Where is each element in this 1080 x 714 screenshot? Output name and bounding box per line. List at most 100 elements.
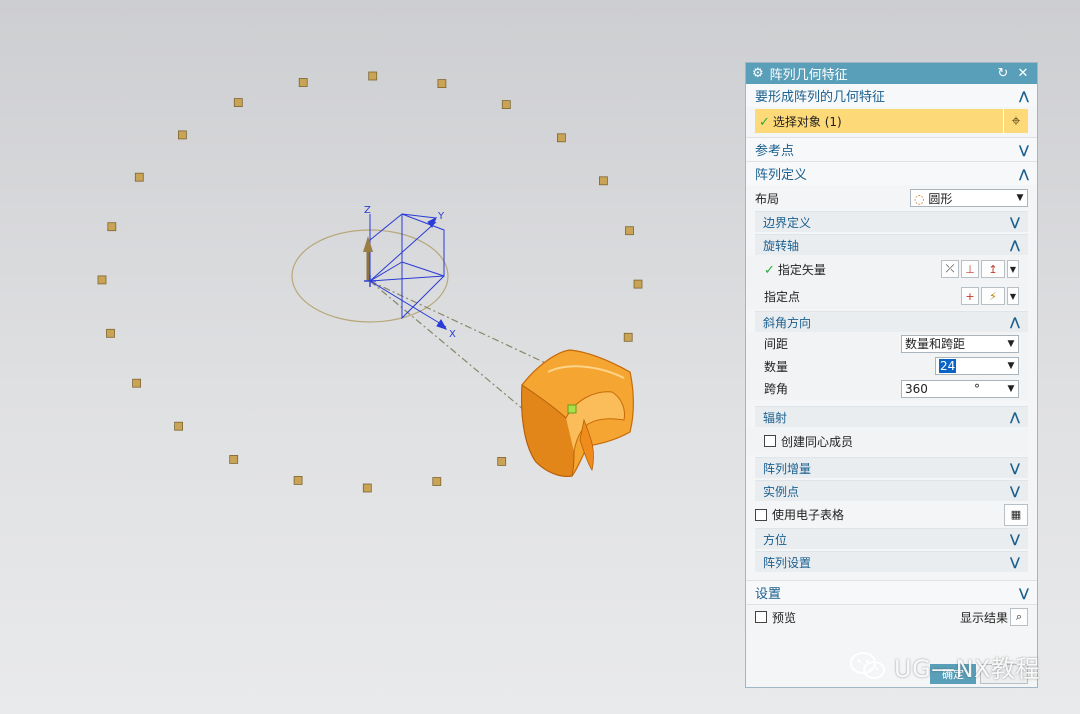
chevron-down-icon: ⋁ bbox=[1018, 585, 1029, 600]
spreadsheet-icon[interactable]: ▦ bbox=[1004, 503, 1028, 526]
subgroup-rotation-axis-label: 旋转轴 bbox=[763, 238, 800, 253]
array-instance-marker bbox=[432, 477, 442, 486]
preview-checkbox[interactable] bbox=[755, 611, 767, 623]
subgroup-radial-label: 辐射 bbox=[763, 410, 788, 425]
vector-type-icon[interactable]: ↥ bbox=[981, 260, 1005, 278]
array-instance-marker bbox=[599, 176, 608, 186]
spacing-value: 数量和跨距 bbox=[905, 337, 966, 351]
array-instance-marker bbox=[557, 133, 566, 143]
reset-icon[interactable]: ↻ bbox=[995, 66, 1011, 81]
dialog-title: 阵列几何特征 bbox=[769, 68, 848, 83]
concentric-row: 创建同心成员 bbox=[746, 427, 1028, 455]
layout-row: 布局 ◌ 圆形 ▼ bbox=[746, 185, 1037, 211]
group-settings-header[interactable]: 设置 ⋁ bbox=[746, 580, 1037, 604]
subgroup-radial-header[interactable]: 辐射 ⋀ bbox=[755, 406, 1028, 427]
array-instance-marker bbox=[134, 172, 144, 182]
chevron-down-icon: ⋁ bbox=[1009, 461, 1020, 475]
select-object-row[interactable]: ✓ 选择对象 (1) ⌖ bbox=[755, 109, 1028, 133]
watermark-text: UG—NX教程 bbox=[894, 654, 1041, 683]
crosshair-icon[interactable]: ⌖ bbox=[1003, 109, 1028, 133]
layout-dropdown[interactable]: ◌ 圆形 ▼ bbox=[910, 189, 1028, 207]
axis-label-x: X bbox=[449, 329, 456, 340]
array-instance-marker bbox=[298, 78, 308, 87]
array-instance-marker bbox=[625, 226, 634, 236]
wechat-watermark: UG—NX教程 bbox=[848, 646, 1040, 686]
check-icon: ✓ bbox=[759, 114, 770, 130]
dropdown-arrow-icon: ▼ bbox=[1007, 338, 1015, 349]
subgroup-instance-points-header[interactable]: 实例点 ⋁ bbox=[755, 480, 1028, 501]
chevron-down-icon: ⋁ bbox=[1009, 555, 1020, 569]
spreadsheet-row: 使用电子表格 ▦ bbox=[746, 501, 1037, 528]
array-instance-marker bbox=[132, 378, 142, 388]
layout-value: 圆形 bbox=[928, 191, 953, 206]
subgroup-angular-direction-header[interactable]: 斜角方向 ⋀ bbox=[755, 311, 1028, 332]
dropdown-arrow-icon: ▼ bbox=[1007, 361, 1015, 371]
show-result-icon[interactable]: ⌕ bbox=[1010, 608, 1028, 626]
array-instance-marker bbox=[368, 71, 378, 81]
array-instance-marker bbox=[229, 454, 239, 464]
subgroup-instance-points-label: 实例点 bbox=[763, 484, 800, 499]
vector-dialog-icon[interactable]: ⊥ bbox=[961, 260, 979, 278]
select-object-label: 选择对象 (1) bbox=[772, 114, 842, 129]
subgroup-array-settings-header[interactable]: 阵列设置 ⋁ bbox=[755, 551, 1028, 572]
dropdown-arrow-icon[interactable]: ▼ bbox=[1007, 260, 1019, 278]
spreadsheet-checkbox[interactable] bbox=[755, 508, 767, 521]
count-input[interactable]: 24 ▼ bbox=[935, 357, 1019, 375]
layout-label: 布局 bbox=[755, 191, 780, 206]
dropdown-arrow-icon: ▼ bbox=[1016, 193, 1024, 203]
specify-point-label: 指定点 bbox=[764, 289, 801, 304]
dropdown-arrow-icon: ▼ bbox=[1007, 383, 1015, 394]
inferred-point-icon[interactable]: ⚡ bbox=[981, 287, 1005, 305]
group-reference-point-header[interactable]: 参考点 ⋁ bbox=[746, 137, 1037, 161]
specify-vector-row: ✓ 指定矢量 ⤫ ⊥ ↥ ▼ bbox=[746, 255, 1028, 283]
spacing-row: 间距 数量和跨距 ▼ bbox=[746, 332, 1028, 355]
group-array-definition-label: 阵列定义 bbox=[755, 168, 808, 183]
orange-part-body[interactable] bbox=[521, 349, 634, 477]
subgroup-boundary-header[interactable]: 边界定义 ⋁ bbox=[755, 211, 1028, 232]
spreadsheet-label: 使用电子表格 bbox=[772, 508, 845, 522]
close-icon[interactable]: ✕ bbox=[1015, 66, 1031, 81]
array-instance-marker bbox=[97, 275, 107, 285]
viewport-canvas[interactable]: Z Y X bbox=[0, 0, 740, 714]
subgroup-increment-header[interactable]: 阵列增量 ⋁ bbox=[755, 457, 1028, 478]
chevron-down-icon: ⋁ bbox=[1009, 215, 1020, 229]
array-instance-marker bbox=[106, 328, 115, 338]
rotation-axis-vector[interactable] bbox=[363, 236, 373, 281]
subgroup-rotation-axis-header[interactable]: 旋转轴 ⋀ bbox=[755, 234, 1028, 255]
array-instance-marker bbox=[501, 100, 511, 109]
graphics-viewport[interactable]: Z Y X bbox=[0, 0, 740, 714]
group-features-header[interactable]: 要形成阵列的几何特征 ⋀ bbox=[746, 84, 1037, 107]
array-instance-marker bbox=[633, 279, 643, 289]
chevron-up-icon: ⋀ bbox=[1018, 88, 1029, 103]
subgroup-array-settings-label: 阵列设置 bbox=[763, 555, 812, 570]
subgroup-boundary-label: 边界定义 bbox=[763, 215, 812, 230]
dropdown-arrow-icon[interactable]: ▼ bbox=[1007, 287, 1019, 305]
reverse-direction-icon[interactable]: ⤫ bbox=[941, 260, 959, 278]
array-instance-marker bbox=[107, 222, 117, 232]
span-angle-value: 360 bbox=[905, 381, 928, 396]
specify-vector-label: 指定矢量 bbox=[777, 262, 826, 277]
dialog-title-bar[interactable]: ⚙ 阵列几何特征 ↻ ✕ bbox=[746, 63, 1037, 84]
spacing-label: 间距 bbox=[764, 337, 789, 351]
subgroup-orientation-header[interactable]: 方位 ⋁ bbox=[755, 528, 1028, 549]
chevron-up-icon: ⋀ bbox=[1009, 410, 1020, 424]
span-angle-input[interactable]: 360 ° ▼ bbox=[901, 379, 1019, 398]
show-result-label: 显示结果 bbox=[959, 610, 1008, 625]
array-instance-marker bbox=[174, 421, 184, 431]
axis-label-y: Y bbox=[437, 211, 445, 222]
group-array-definition-header[interactable]: 阵列定义 ⋀ bbox=[746, 161, 1037, 185]
point-dialog-icon[interactable]: + bbox=[961, 287, 979, 305]
wechat-logo-icon bbox=[850, 652, 885, 679]
array-instance-marker bbox=[233, 98, 243, 107]
concentric-checkbox[interactable] bbox=[764, 435, 776, 447]
preview-row: 预览 显示结果 ⌕ bbox=[746, 604, 1037, 629]
count-row: 数量 24 ▼ bbox=[746, 355, 1028, 377]
array-instance-marker bbox=[437, 79, 447, 88]
span-angle-unit: ° bbox=[974, 381, 980, 396]
pattern-geometry-dialog: ⚙ 阵列几何特征 ↻ ✕ 要形成阵列的几何特征 ⋀ ✓ 选择对象 (1) ⌖ 参考… bbox=[745, 62, 1038, 688]
chevron-up-icon: ⋀ bbox=[1018, 166, 1029, 181]
preview-label: 预览 bbox=[772, 610, 797, 625]
array-instance-marker bbox=[362, 483, 372, 493]
spacing-dropdown[interactable]: 数量和跨距 ▼ bbox=[901, 334, 1019, 353]
subgroup-increment-label: 阵列增量 bbox=[763, 461, 812, 476]
